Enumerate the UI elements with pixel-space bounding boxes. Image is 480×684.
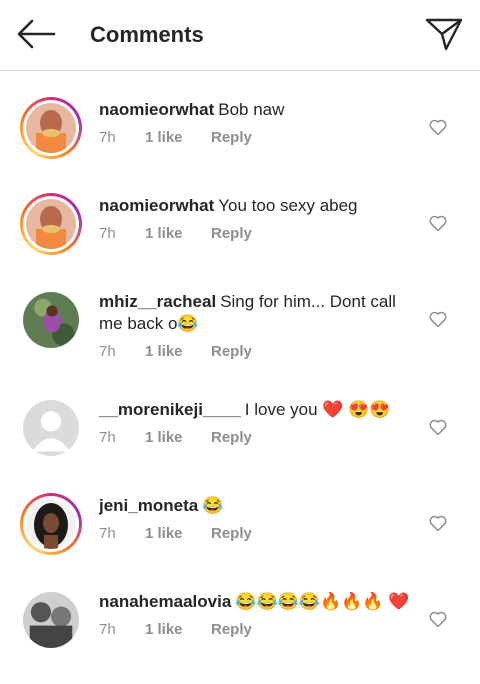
comment-item: mhiz__racheal Sing for him... Dont call m… — [0, 289, 480, 360]
comment-username[interactable]: jeni_moneta — [99, 496, 198, 515]
comment-meta: 7h 1 like Reply — [99, 225, 420, 242]
avatar[interactable] — [20, 193, 82, 255]
comment-time: 7h — [99, 343, 116, 360]
comment-text: 😂 — [202, 496, 224, 515]
comment-meta: 7h 1 like Reply — [99, 525, 420, 542]
reply-button[interactable]: Reply — [211, 225, 252, 242]
heart-icon[interactable] — [428, 609, 448, 629]
comment-likes[interactable]: 1 like — [145, 129, 211, 146]
reply-button[interactable]: Reply — [211, 429, 252, 446]
paper-plane-icon[interactable] — [424, 14, 464, 54]
avatar[interactable] — [20, 97, 82, 159]
heart-icon[interactable] — [428, 117, 448, 137]
avatar[interactable] — [20, 289, 82, 351]
reply-button[interactable]: Reply — [211, 525, 252, 542]
comment-username[interactable]: __morenikeji____ — [99, 400, 241, 419]
comment-time: 7h — [99, 525, 116, 542]
comment-time: 7h — [99, 129, 116, 146]
avatar[interactable] — [20, 397, 82, 459]
comment-likes[interactable]: 1 like — [145, 621, 211, 638]
comment-likes[interactable]: 1 like — [145, 525, 211, 542]
heart-icon[interactable] — [428, 417, 448, 437]
comment-meta: 7h 1 like Reply — [99, 129, 420, 146]
page-title: Comments — [90, 22, 204, 47]
comment-item: naomieorwhat You too sexy abeg 7h 1 like Re… — [0, 193, 480, 255]
top-bar: Comments — [0, 0, 480, 71]
comment-username[interactable]: naomieorwhat — [99, 100, 214, 119]
arrow-left-icon[interactable] — [14, 16, 58, 52]
comment-time: 7h — [99, 225, 116, 242]
heart-icon[interactable] — [428, 213, 448, 233]
avatar[interactable] — [20, 589, 82, 651]
comment-time: 7h — [99, 429, 116, 446]
reply-button[interactable]: Reply — [211, 129, 252, 146]
comment-likes[interactable]: 1 like — [145, 343, 211, 360]
comment-username[interactable]: mhiz__racheal — [99, 292, 216, 311]
comment-item: jeni_moneta 😂 7h 1 like Reply — [0, 493, 480, 555]
comment-likes[interactable]: 1 like — [145, 225, 211, 242]
heart-icon[interactable] — [428, 309, 448, 329]
comment-username[interactable]: naomieorwhat — [99, 196, 214, 215]
comment-item: naomieorwhat Bob naw 7h 1 like Reply — [0, 97, 480, 159]
heart-icon[interactable] — [428, 513, 448, 533]
comment-text: I love you ❤️ 😍😍 — [244, 400, 391, 419]
comment-time: 7h — [99, 621, 116, 638]
comment-meta: 7h 1 like Reply — [99, 343, 420, 360]
comment-likes[interactable]: 1 like — [145, 429, 211, 446]
reply-button[interactable]: Reply — [211, 343, 252, 360]
reply-button[interactable]: Reply — [211, 621, 252, 638]
comment-username[interactable]: nanahemaalovia — [99, 592, 231, 611]
comment-text: Bob naw — [218, 100, 285, 119]
comment-item: nanahemaalovia 😂😂😂😂🔥🔥🔥 ❤️ 7h 1 like Reply — [0, 589, 480, 648]
comment-text: 😂😂😂😂🔥🔥🔥 ❤️ — [235, 592, 410, 611]
comment-item: __morenikeji____ I love you ❤️ 😍😍 7h 1 lik… — [0, 397, 480, 456]
avatar[interactable] — [20, 493, 82, 555]
comment-meta: 7h 1 like Reply — [99, 429, 420, 446]
comment-text: You too sexy abeg — [218, 196, 358, 215]
comment-meta: 7h 1 like Reply — [99, 621, 420, 638]
